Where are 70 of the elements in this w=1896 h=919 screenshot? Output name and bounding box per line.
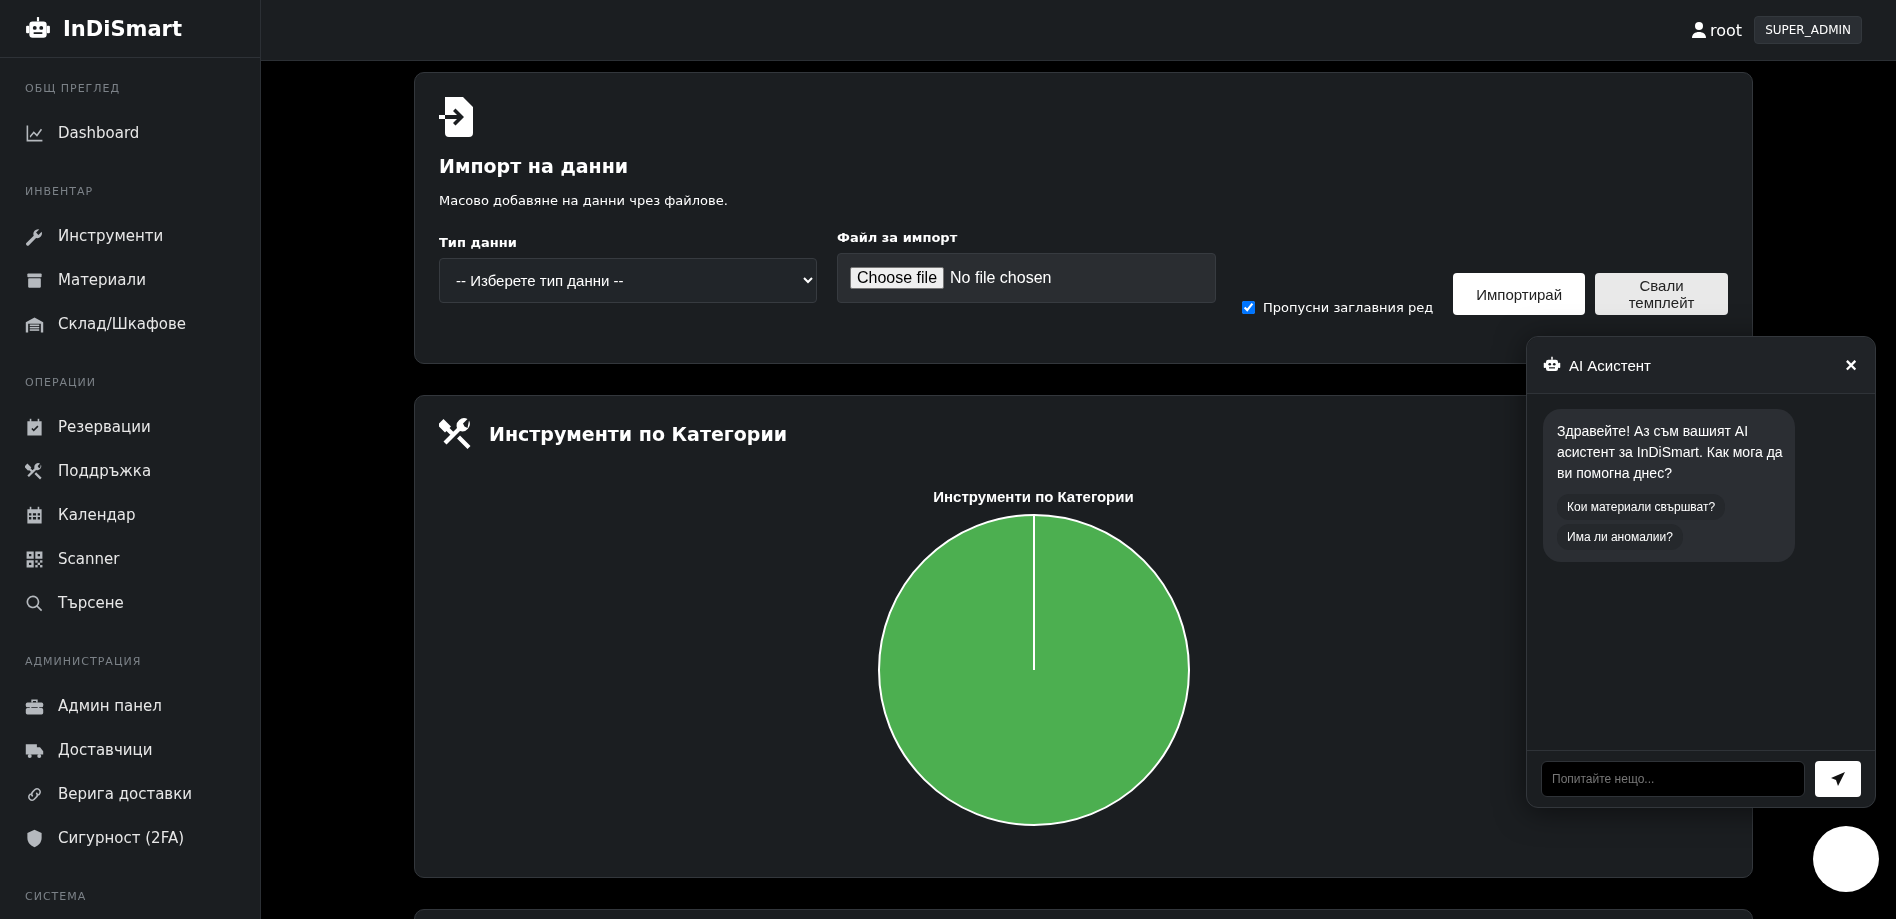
- sidebar-item[interactable]: Инструменти: [25, 214, 260, 258]
- app-logo-text: InDiSmart: [63, 16, 182, 41]
- card-title: Импорт на данни: [439, 155, 630, 177]
- box-icon: [25, 270, 44, 290]
- chart-title: Инструменти по Категории: [933, 488, 1134, 505]
- toolbox-icon: [25, 696, 44, 716]
- sidebar-item-label: Scanner: [58, 550, 120, 568]
- sidebar-item-label: Материали: [58, 271, 146, 289]
- sidebar-section-heading: АДМИНИСТРАЦИЯ: [25, 654, 143, 668]
- warehouse-icon: [25, 314, 44, 334]
- search-icon: [25, 593, 44, 613]
- suggestion-chip[interactable]: Има ли аномалии?: [1557, 524, 1683, 550]
- import-button[interactable]: Импортирай: [1453, 273, 1586, 315]
- choose-file-button[interactable]: Choose file: [850, 267, 945, 289]
- card-title: Инструменти по Категории: [489, 423, 788, 445]
- sidebar-section-heading: ОБЩ ПРЕГЛЕД: [25, 81, 122, 95]
- download-template-button[interactable]: Свали темплейт: [1595, 273, 1728, 315]
- sidebar-item-label: Инструменти: [58, 227, 164, 245]
- qr-code-icon: [25, 549, 44, 569]
- sidebar-section-heading: ОПЕРАЦИИ: [25, 375, 98, 389]
- tools-icon: [25, 461, 44, 481]
- shield-icon: [25, 828, 44, 848]
- chat-input-field[interactable]: Попитайте нещо...: [1541, 761, 1805, 797]
- wrench-icon: [25, 226, 44, 246]
- sidebar-item[interactable]: Админ панел: [25, 684, 260, 728]
- sidebar-item-label: Админ панел: [58, 697, 162, 715]
- chat-title: AI Асистент: [1569, 356, 1652, 374]
- sidebar-item-label: Резервации: [58, 418, 151, 436]
- field-label: Файл за импорт: [837, 230, 959, 245]
- sidebar-item[interactable]: Материали: [25, 258, 260, 302]
- chart-line-icon: [25, 123, 44, 143]
- sidebar-item-label: Склад/Шкафове: [58, 315, 187, 333]
- calendar-icon: [25, 505, 44, 525]
- sidebar-item-label: Поддръжка: [58, 462, 152, 480]
- sidebar-item[interactable]: Резервации: [25, 405, 260, 449]
- sidebar-item[interactable]: Търсене: [25, 581, 260, 625]
- chat-message: Здравейте! Аз съм вашият AI асистент за InDiSmart. Как мога да ви помогна днес?: [1557, 422, 1783, 483]
- sidebar-item-label: Сигурност (2FA): [58, 829, 184, 847]
- sidebar-item[interactable]: Верига доставки: [25, 772, 260, 816]
- sidebar-item[interactable]: Сигурност (2FA): [25, 816, 260, 860]
- checkbox-label: Пропусни заглавния ред: [1263, 300, 1434, 315]
- user-name: root: [1710, 20, 1743, 40]
- sidebar-item-label: Търсене: [58, 594, 124, 612]
- user-icon: [1692, 22, 1707, 38]
- field-label: Тип данни: [439, 235, 518, 250]
- data-type-select[interactable]: -- Изберете тип данни --: [439, 258, 817, 303]
- sidebar-item-label: Dashboard: [58, 124, 140, 142]
- file-import-icon: [439, 97, 475, 137]
- sidebar-item-label: Календар: [58, 506, 136, 524]
- close-button[interactable]: ×: [1843, 353, 1859, 377]
- send-icon: [1830, 771, 1846, 787]
- sidebar-item[interactable]: Доставчици: [25, 728, 260, 772]
- calendar-check-icon: [25, 417, 44, 437]
- robot-icon: [1543, 356, 1561, 374]
- sidebar-item[interactable]: Поддръжка: [25, 449, 260, 493]
- card-description: Масово добавяне на данни чрез файлове.: [439, 193, 729, 208]
- send-button[interactable]: [1815, 761, 1861, 797]
- sidebar-section-heading: ИНВЕНТАР: [25, 184, 95, 198]
- sidebar-item-label: Верига доставки: [58, 785, 192, 803]
- sidebar-item[interactable]: Scanner: [25, 537, 260, 581]
- checkbox[interactable]: [1242, 301, 1255, 314]
- file-status: No file chosen: [950, 269, 1052, 287]
- sidebar-item[interactable]: Dashboard: [25, 111, 260, 155]
- suggestion-chip[interactable]: Кои материали свършват?: [1557, 494, 1726, 520]
- sidebar-item[interactable]: Склад/Шкафове: [25, 302, 260, 346]
- sidebar-item-label: Доставчици: [58, 741, 153, 759]
- file-input[interactable]: Choose file No file chosen: [837, 253, 1216, 303]
- sidebar-item[interactable]: Календар: [25, 493, 260, 537]
- sidebar-section-heading: СИСТЕМА: [25, 889, 88, 903]
- role-badge: SUPER_ADMIN: [1754, 16, 1862, 44]
